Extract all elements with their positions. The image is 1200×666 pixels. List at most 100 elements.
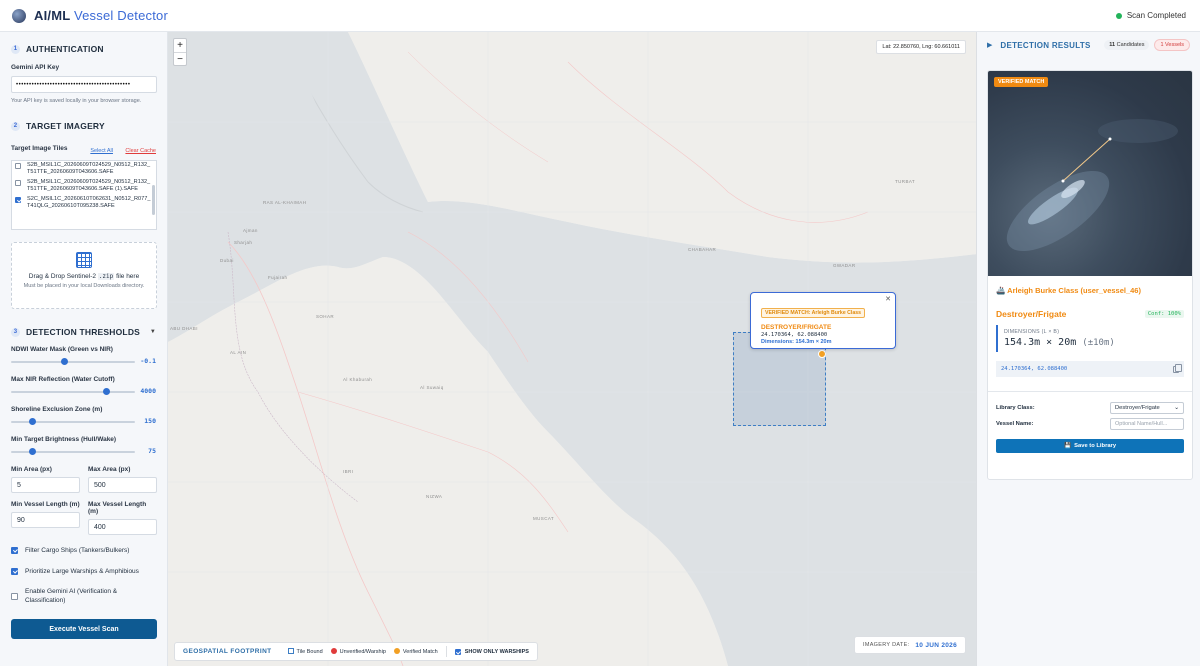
imagery-section-header: 2 TARGET IMAGERY: [11, 121, 156, 131]
close-icon[interactable]: ✕: [885, 295, 891, 303]
legend-item-unverified: Unverified/Warship: [330, 648, 386, 655]
popup-coords: 24.170364, 62.088400: [761, 332, 828, 338]
coordinates-text: 24.170364, 62.088400: [1001, 366, 1068, 372]
slider-thumb[interactable]: [60, 358, 68, 365]
slider-label: Max NIR Reflection (Water Cutoff): [11, 376, 115, 383]
min-area-input[interactable]: 5: [11, 477, 80, 493]
map-label: IBRI: [343, 469, 354, 474]
file-checkbox[interactable]: [15, 163, 21, 169]
library-class-select[interactable]: Destroyer/Frigate ⌄: [1110, 402, 1184, 414]
map-label: ABU DHABI: [170, 326, 198, 331]
map-label: AL AIN: [230, 350, 247, 355]
step-number: 1: [11, 44, 20, 54]
slider-thumb[interactable]: [103, 388, 111, 395]
file-item[interactable]: S2C_MSIL1C_20260610T062631_N0512_R077_T4…: [12, 195, 156, 212]
scan-status-text: Scan Completed: [1126, 11, 1186, 20]
slider-thumb[interactable]: [28, 418, 36, 425]
zoom-in-button[interactable]: +: [174, 39, 186, 52]
checkbox[interactable]: [11, 593, 18, 600]
file-item[interactable]: S2B_MSIL1C_20260609T024529_N0512_R132_T5…: [12, 178, 156, 195]
file-name: S2B_MSIL1C_20260609T024529_N0512_R132_T5…: [27, 178, 151, 193]
map-label: CHABAHAR: [688, 247, 717, 252]
nir-slider[interactable]: 4000: [11, 387, 156, 397]
results-title: DETECTION RESULTS: [1000, 40, 1091, 50]
vessel-name: 🚢 Arleigh Burke Class (user_vessel_46): [996, 286, 1141, 295]
filter-cargo-toggle[interactable]: Filter Cargo Ships (Tankers/Bulkers): [11, 546, 156, 555]
grid-icon: [76, 252, 92, 268]
satellite-texture: [1006, 119, 1178, 252]
map-label: GWADAR: [833, 263, 856, 268]
basemap-svg: [168, 32, 976, 666]
checkbox-label: Filter Cargo Ships (Tankers/Bulkers): [25, 547, 130, 554]
slider-value: -0.1: [140, 357, 156, 365]
slider-value: 4000: [140, 387, 156, 395]
slider-label: NDWI Water Mask (Green vs NIR): [11, 346, 113, 353]
auth-section-header: 1 AUTHENTICATION: [11, 44, 156, 54]
file-checkbox[interactable]: [15, 196, 21, 203]
brightness-slider[interactable]: 75: [11, 447, 156, 457]
dropzone-subtitle: Must be placed in your local Downloads d…: [23, 283, 145, 289]
map-label: RAS AL-KHAIMAH: [263, 200, 307, 205]
satellite-chip: VERIFIED MATCH: [988, 71, 1192, 276]
clear-cache-link[interactable]: Clear Cache: [125, 148, 156, 154]
ship-icon: 🚢: [996, 286, 1006, 295]
results-header[interactable]: ▶ DETECTION RESULTS 11 Candidates 1 Vess…: [977, 32, 1200, 58]
map-label: Al Khaburah: [343, 377, 373, 382]
candidates-pill: 11 Candidates: [1104, 40, 1150, 50]
dimensions-label: DIMENSIONS (L × B): [1004, 329, 1060, 335]
map-view[interactable]: RAS AL-KHAIMAH TURBAT CHABAHAR GWADAR AL…: [168, 32, 977, 666]
min-length-input[interactable]: 90: [11, 512, 80, 528]
select-all-link[interactable]: Select All: [90, 148, 113, 154]
file-item[interactable]: S2B_MSIL1C_20260609T024529_N0512_R132_T5…: [12, 161, 156, 178]
collapse-caret-icon[interactable]: ▼: [150, 329, 156, 335]
app-title: AI/ML Vessel Detector: [34, 8, 169, 23]
vessels-pill: 1 Vessels: [1154, 39, 1190, 51]
legend-item-verified: Verified Match: [393, 648, 438, 655]
file-name: S2C_MSIL1C_20260610T062631_N0512_R077_T4…: [27, 195, 151, 210]
checkbox[interactable]: [454, 648, 461, 655]
imagery-date: IMAGERY DATE: 10 JUN 2026: [854, 636, 966, 654]
save-icon: 💾: [1063, 443, 1072, 449]
max-length-label: Max Vessel Length (m): [88, 501, 147, 515]
checkbox[interactable]: [11, 568, 18, 575]
enable-gemini-toggle[interactable]: Enable Gemini AI (Verification & Classif…: [11, 587, 156, 605]
thresholds-section-header[interactable]: 3 DETECTION THRESHOLDS ▼: [11, 327, 156, 337]
app-header: AI/ML Vessel Detector Scan Completed: [0, 0, 1200, 32]
vessel-name-input[interactable]: Optional Name/Hull...: [1110, 418, 1184, 430]
execute-scan-button[interactable]: Execute Vessel Scan: [11, 619, 157, 639]
checkbox-label: Enable Gemini AI (Verification & Classif…: [25, 588, 118, 604]
map-label: Al Suwaiq: [420, 385, 444, 390]
map-label: Sharjah: [234, 240, 253, 245]
expand-caret-icon[interactable]: ▶: [987, 41, 992, 49]
api-key-input[interactable]: ••••••••••••••••••••••••••••••••••••••••…: [11, 76, 157, 93]
copy-icon[interactable]: [1173, 363, 1182, 373]
file-checkbox[interactable]: [15, 179, 21, 186]
file-dropzone[interactable]: Drag & Drop Sentinel-2 .zip file here Mu…: [11, 242, 157, 309]
min-area-label: Min Area (px): [11, 466, 52, 473]
popup-class: DESTROYER/FRIGATE: [761, 324, 832, 331]
save-to-library-button[interactable]: 💾 Save to Library: [996, 439, 1184, 453]
map-label: NIZWA: [426, 494, 443, 499]
results-panel: ▶ DETECTION RESULTS 11 Candidates 1 Vess…: [977, 32, 1200, 666]
zoom-out-button[interactable]: −: [174, 52, 186, 65]
ndwi-slider[interactable]: -0.1: [11, 357, 156, 367]
show-warships-toggle[interactable]: SHOW ONLY WARSHIPS: [454, 648, 529, 655]
verified-vessel-marker[interactable]: [818, 350, 826, 358]
file-name: S2B_MSIL1C_20260609T024529_N0512_R132_T5…: [27, 162, 151, 176]
vessel-class: Destroyer/Frigate: [996, 309, 1067, 319]
slider-label: Shoreline Exclusion Zone (m): [11, 406, 103, 413]
slider-thumb[interactable]: [28, 448, 36, 455]
file-list-scrollbar[interactable]: [152, 185, 155, 215]
prioritize-warships-toggle[interactable]: Prioritize Large Warships & Amphibious: [11, 567, 156, 576]
tile-file-list[interactable]: S2B_MSIL1C_20260609T024529_N0512_R132_T5…: [11, 160, 157, 230]
map-label: MUSCAT: [533, 516, 555, 521]
checkbox[interactable]: [11, 547, 18, 554]
max-length-input[interactable]: 400: [88, 519, 157, 535]
result-card[interactable]: VERIFIED MATCH 🚢 Arleigh Burke Class (us…: [987, 70, 1193, 480]
step-number: 3: [11, 327, 20, 337]
library-class-label: Library Class:: [996, 405, 1035, 411]
max-area-input[interactable]: 500: [88, 477, 157, 493]
shoreline-slider[interactable]: 150: [11, 417, 156, 427]
dimensions-box: DIMENSIONS (L × B) 154.3m × 20m (±10m): [996, 325, 1184, 352]
map-label: Dubai: [220, 258, 234, 263]
